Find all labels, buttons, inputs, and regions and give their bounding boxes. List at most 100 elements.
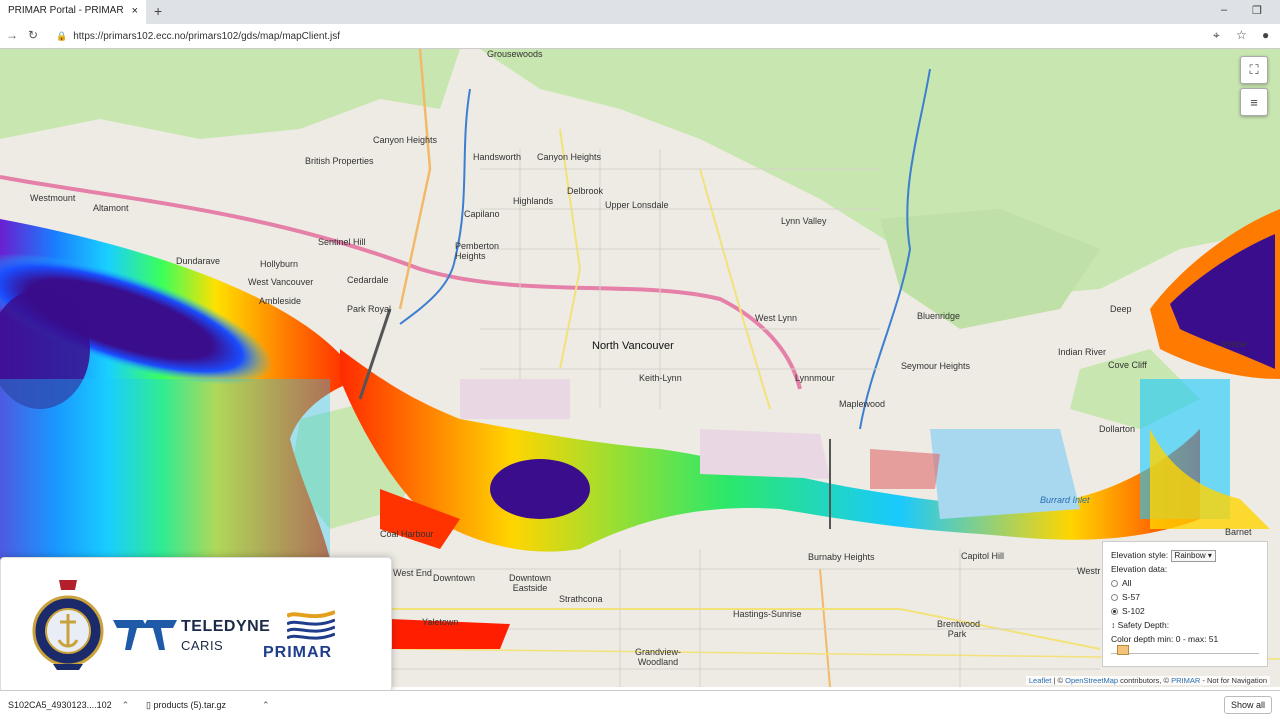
teledyne-wordmark: TELEDYNE	[181, 618, 271, 635]
attribution-text: - Not for Navigation	[1200, 676, 1267, 685]
radio-selected-icon[interactable]	[1111, 608, 1118, 616]
show-all-button[interactable]: Show all	[1223, 696, 1272, 714]
elevation-style-label: Elevation style:	[1111, 550, 1169, 560]
download-filename: S102CA5_4930123....102	[8, 700, 112, 710]
place-label: Grousewoods	[487, 49, 543, 59]
place-label: Burnaby Heights	[808, 552, 875, 562]
place-label: West Lynn	[755, 313, 798, 323]
place-label: Barnet	[1225, 527, 1252, 537]
fullscreen-control[interactable]: ⛶	[1240, 56, 1268, 84]
profile-icon[interactable]: ●	[1262, 28, 1269, 42]
radio-icon[interactable]	[1111, 594, 1118, 602]
place-label: Highlands	[513, 196, 554, 206]
slider-handle[interactable]	[1117, 645, 1129, 655]
place-label: Altamont	[93, 203, 129, 213]
place-label: Coal Harbour	[380, 529, 434, 539]
place-label: Lynnmour	[795, 373, 835, 383]
attribution-text: contributors, ©	[1118, 676, 1172, 685]
reload-icon[interactable]: ↻	[28, 28, 38, 42]
tab-title: PRIMAR Portal - PRIMAR Map V	[8, 5, 126, 16]
elevation-style-select[interactable]: Rainbow ▾	[1170, 550, 1216, 562]
option-all[interactable]: All	[1111, 576, 1259, 590]
place-label: Capilano	[464, 209, 500, 219]
place-label: Burrard Inlet	[1040, 495, 1090, 505]
safety-depth-label: Safety Depth:	[1117, 620, 1170, 630]
place-label: Lynn Valley	[781, 216, 827, 226]
place-label: Grandview-Woodland	[634, 647, 681, 667]
option-label: S-102	[1122, 606, 1145, 616]
safety-depth-icon: ↕	[1111, 620, 1116, 630]
logo-overlay: TELEDYNE CARIS PRIMAR	[0, 557, 392, 692]
primar-waves-icon	[287, 610, 335, 640]
minimize-icon[interactable]: –	[1221, 4, 1227, 16]
place-label: Indian River	[1058, 347, 1107, 357]
location-icon[interactable]: ⌖	[1213, 28, 1220, 43]
url-text: https://primars102.ecc.no/primars102/gds…	[73, 31, 341, 42]
tab-strip: PRIMAR Portal - PRIMAR Map V × + – ❐	[0, 0, 1280, 24]
place-label: Westmount	[30, 193, 76, 203]
download-bar: S102CA5_4930123....102 ⌃ ▯ products (5).t…	[0, 690, 1280, 721]
chevron-up-icon[interactable]: ⌃	[122, 700, 130, 710]
place-label: North Vancouver	[592, 340, 674, 352]
place-label: Pemberton Heights	[455, 241, 500, 261]
place-label: Cedardale	[347, 275, 389, 285]
place-label: West Vancouver	[248, 277, 314, 287]
place-label: Strathcona	[559, 594, 603, 604]
url-field[interactable]: 🔒 https://primars102.ecc.no/primars102/gd…	[56, 28, 1206, 44]
place-label: Keith-Lynn	[639, 373, 682, 383]
place-label: Bluenridge	[917, 311, 961, 321]
elevation-panel: Elevation style: Rainbow ▾ Elevation dat…	[1102, 541, 1268, 667]
option-s102[interactable]: S-102	[1111, 604, 1259, 618]
close-tab-icon[interactable]: ×	[132, 5, 138, 17]
address-bar: → ↻ 🔒 https://primars102.ecc.no/primars10…	[0, 24, 1280, 49]
primar-wordmark: PRIMAR	[263, 644, 333, 661]
leaflet-link[interactable]: Leaflet	[1029, 676, 1052, 685]
download-item[interactable]: S102CA5_4930123....102 ⌃	[8, 700, 129, 711]
option-label: All	[1122, 578, 1132, 588]
place-label: Seymour Heights	[901, 361, 971, 371]
place-label: Sentinel Hill	[318, 237, 366, 247]
place-label: Maplewood	[839, 399, 886, 409]
new-tab-icon[interactable]: +	[154, 3, 162, 19]
browser-tab[interactable]: PRIMAR Portal - PRIMAR Map V ×	[0, 0, 146, 24]
place-label: British Properties	[305, 156, 374, 166]
place-label: Capitol Hill	[961, 551, 1005, 561]
place-label: Dollarton	[1099, 424, 1136, 434]
place-label: Dundarave	[176, 256, 221, 266]
maximize-icon[interactable]: ❐	[1252, 4, 1262, 17]
download-item[interactable]: ▯ products (5).tar.gz ⌃	[146, 700, 270, 711]
place-label: Cove Cliff	[1108, 360, 1147, 370]
place-label: West End	[393, 568, 432, 578]
place-label: Park Royal	[347, 304, 392, 314]
teledyne-icon	[113, 620, 177, 650]
radio-icon[interactable]	[1111, 580, 1118, 588]
layers-control[interactable]: ≡	[1240, 88, 1268, 116]
place-label: Hastings-Sunrise	[733, 609, 802, 619]
place-label: Upper Lonsdale	[605, 200, 669, 210]
place-label: Deep	[1110, 304, 1132, 314]
elevation-data-label: Elevation data:	[1111, 564, 1168, 574]
forward-icon[interactable]: →	[6, 28, 18, 42]
download-filename: products (5).tar.gz	[153, 700, 226, 710]
place-label: Downtown	[433, 573, 476, 583]
place-label: Yaletown	[422, 617, 459, 627]
safety-depth-row[interactable]: ↕ Safety Depth:	[1111, 618, 1259, 632]
osm-link[interactable]: OpenStreetMap	[1065, 676, 1118, 685]
place-label: Downtown Eastside	[508, 573, 552, 593]
attribution-text: | ©	[1051, 676, 1066, 685]
chevron-up-icon[interactable]: ⌃	[262, 700, 270, 710]
primar-link[interactable]: PRIMAR	[1171, 676, 1200, 685]
place-label: lombe	[1222, 339, 1247, 349]
option-s57[interactable]: S-57	[1111, 590, 1259, 604]
place-label: Ambleside	[259, 296, 302, 306]
place-label: Delbrook	[567, 186, 604, 196]
option-label: S-57	[1122, 592, 1140, 602]
place-label: Westr	[1077, 566, 1101, 576]
star-icon[interactable]: ☆	[1236, 28, 1247, 42]
place-label: Canyon Heights	[537, 152, 602, 162]
hydrographic-crest-icon	[32, 580, 104, 670]
layers-icon: ≡	[1250, 94, 1258, 110]
fullscreen-icon: ⛶	[1249, 62, 1259, 77]
color-depth-slider[interactable]	[1111, 645, 1259, 655]
elevation-style-row: Elevation style: Rainbow ▾	[1111, 548, 1259, 562]
